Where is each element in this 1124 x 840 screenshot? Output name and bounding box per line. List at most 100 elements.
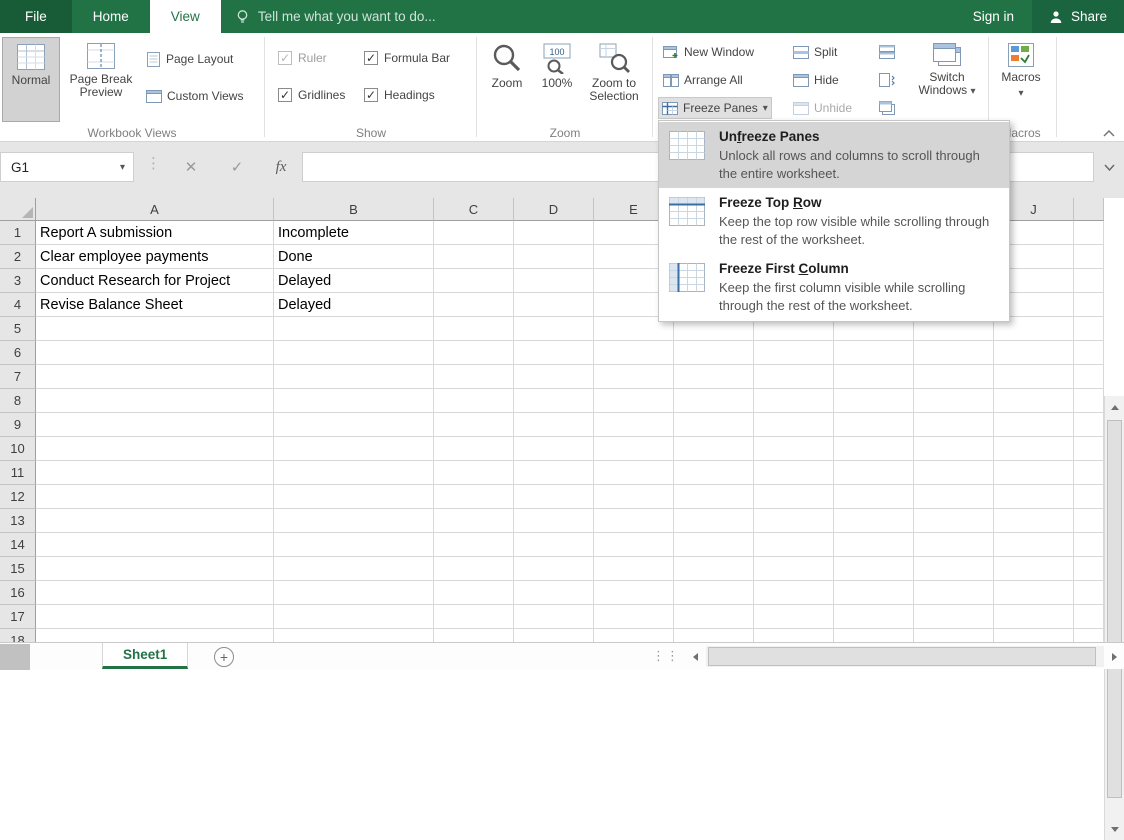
name-box-dropdown-icon[interactable]: ▾ bbox=[120, 162, 125, 173]
row-header-6[interactable]: 6 bbox=[0, 341, 36, 365]
cell-C18[interactable] bbox=[434, 629, 514, 642]
macros-button[interactable]: Macros ▾ bbox=[994, 37, 1048, 123]
cell-partial-row-13[interactable] bbox=[1074, 509, 1104, 533]
scroll-up-icon[interactable] bbox=[1105, 396, 1124, 418]
menu-item-unfreeze-panes[interactable]: Unfreeze Panes Unlock all rows and colum… bbox=[659, 122, 1009, 188]
cell-C7[interactable] bbox=[434, 365, 514, 389]
cell-J12[interactable] bbox=[994, 485, 1074, 509]
cell-A2[interactable]: Clear employee payments bbox=[36, 245, 274, 269]
cell-B15[interactable] bbox=[274, 557, 434, 581]
cell-E8[interactable] bbox=[594, 389, 674, 413]
cell-A14[interactable] bbox=[36, 533, 274, 557]
cell-D1[interactable] bbox=[514, 221, 594, 245]
cell-G16[interactable] bbox=[754, 581, 834, 605]
menu-item-freeze-first-column[interactable]: Freeze First Column Keep the first colum… bbox=[659, 254, 1009, 320]
page-layout-button[interactable]: Page Layout bbox=[143, 48, 236, 70]
cell-B9[interactable] bbox=[274, 413, 434, 437]
horizontal-scrollbar[interactable] bbox=[706, 646, 1104, 667]
cell-E10[interactable] bbox=[594, 437, 674, 461]
column-header-C[interactable]: C bbox=[434, 198, 514, 221]
cell-C9[interactable] bbox=[434, 413, 514, 437]
cell-D4[interactable] bbox=[514, 293, 594, 317]
zoom-to-selection-button[interactable]: Zoom to Selection bbox=[582, 37, 646, 122]
cell-partial-row-15[interactable] bbox=[1074, 557, 1104, 581]
cell-E16[interactable] bbox=[594, 581, 674, 605]
cell-F8[interactable] bbox=[674, 389, 754, 413]
hide-button[interactable]: Hide bbox=[790, 69, 842, 91]
cell-I12[interactable] bbox=[914, 485, 994, 509]
cell-F9[interactable] bbox=[674, 413, 754, 437]
tab-view[interactable]: View bbox=[150, 0, 221, 33]
insert-function-button[interactable]: fx bbox=[268, 152, 294, 182]
cell-F18[interactable] bbox=[674, 629, 754, 642]
split-button[interactable]: Split bbox=[790, 41, 840, 63]
cell-H16[interactable] bbox=[834, 581, 914, 605]
cell-A18[interactable] bbox=[36, 629, 274, 642]
cell-C4[interactable] bbox=[434, 293, 514, 317]
cell-G12[interactable] bbox=[754, 485, 834, 509]
cell-F10[interactable] bbox=[674, 437, 754, 461]
cell-H9[interactable] bbox=[834, 413, 914, 437]
cell-B8[interactable] bbox=[274, 389, 434, 413]
menu-item-freeze-top-row[interactable]: Freeze Top Row Keep the top row visible … bbox=[659, 188, 1009, 254]
cell-F12[interactable] bbox=[674, 485, 754, 509]
row-header-2[interactable]: 2 bbox=[0, 245, 36, 269]
formula-bar-checkbox[interactable]: ✓ Formula Bar bbox=[364, 49, 450, 67]
cell-E12[interactable] bbox=[594, 485, 674, 509]
cell-partial-row-11[interactable] bbox=[1074, 461, 1104, 485]
cell-C13[interactable] bbox=[434, 509, 514, 533]
cell-H7[interactable] bbox=[834, 365, 914, 389]
cell-I16[interactable] bbox=[914, 581, 994, 605]
cell-partial-row-5[interactable] bbox=[1074, 317, 1104, 341]
cell-I7[interactable] bbox=[914, 365, 994, 389]
cell-C3[interactable] bbox=[434, 269, 514, 293]
cell-A9[interactable] bbox=[36, 413, 274, 437]
cell-G11[interactable] bbox=[754, 461, 834, 485]
column-header-D[interactable]: D bbox=[514, 198, 594, 221]
share-button[interactable]: Share bbox=[1032, 0, 1124, 33]
row-header-4[interactable]: 4 bbox=[0, 293, 36, 317]
cell-B5[interactable] bbox=[274, 317, 434, 341]
cell-partial-row-18[interactable] bbox=[1074, 629, 1104, 642]
cell-J13[interactable] bbox=[994, 509, 1074, 533]
cell-I11[interactable] bbox=[914, 461, 994, 485]
cell-partial-row-9[interactable] bbox=[1074, 413, 1104, 437]
cell-H17[interactable] bbox=[834, 605, 914, 629]
row-header-14[interactable]: 14 bbox=[0, 533, 36, 557]
cell-C1[interactable] bbox=[434, 221, 514, 245]
cell-F16[interactable] bbox=[674, 581, 754, 605]
row-header-7[interactable]: 7 bbox=[0, 365, 36, 389]
cell-E15[interactable] bbox=[594, 557, 674, 581]
column-header-B[interactable]: B bbox=[274, 198, 434, 221]
row-header-11[interactable]: 11 bbox=[0, 461, 36, 485]
cell-D12[interactable] bbox=[514, 485, 594, 509]
cell-I8[interactable] bbox=[914, 389, 994, 413]
enter-button[interactable]: ✓ bbox=[224, 152, 250, 182]
arrange-all-button[interactable]: Arrange All bbox=[660, 69, 746, 91]
cell-E13[interactable] bbox=[594, 509, 674, 533]
cell-C2[interactable] bbox=[434, 245, 514, 269]
cell-J17[interactable] bbox=[994, 605, 1074, 629]
cell-B17[interactable] bbox=[274, 605, 434, 629]
collapse-ribbon-icon[interactable] bbox=[1099, 125, 1119, 141]
cell-I17[interactable] bbox=[914, 605, 994, 629]
cell-C12[interactable] bbox=[434, 485, 514, 509]
cell-E9[interactable] bbox=[594, 413, 674, 437]
cell-C10[interactable] bbox=[434, 437, 514, 461]
hscroll-left-icon[interactable] bbox=[684, 644, 706, 669]
row-header-10[interactable]: 10 bbox=[0, 437, 36, 461]
cell-B7[interactable] bbox=[274, 365, 434, 389]
cell-B13[interactable] bbox=[274, 509, 434, 533]
cell-B11[interactable] bbox=[274, 461, 434, 485]
formula-bar-expand-icon[interactable] bbox=[1098, 152, 1120, 182]
cell-D10[interactable] bbox=[514, 437, 594, 461]
sheet-tab-sheet1[interactable]: Sheet1 bbox=[102, 643, 188, 669]
cell-J7[interactable] bbox=[994, 365, 1074, 389]
add-sheet-button[interactable]: + bbox=[214, 647, 234, 667]
hscroll-right-icon[interactable] bbox=[1104, 644, 1124, 669]
view-side-by-side-button[interactable] bbox=[876, 41, 898, 63]
cell-G9[interactable] bbox=[754, 413, 834, 437]
cell-D2[interactable] bbox=[514, 245, 594, 269]
custom-views-button[interactable]: Custom Views bbox=[143, 85, 246, 107]
cell-I14[interactable] bbox=[914, 533, 994, 557]
